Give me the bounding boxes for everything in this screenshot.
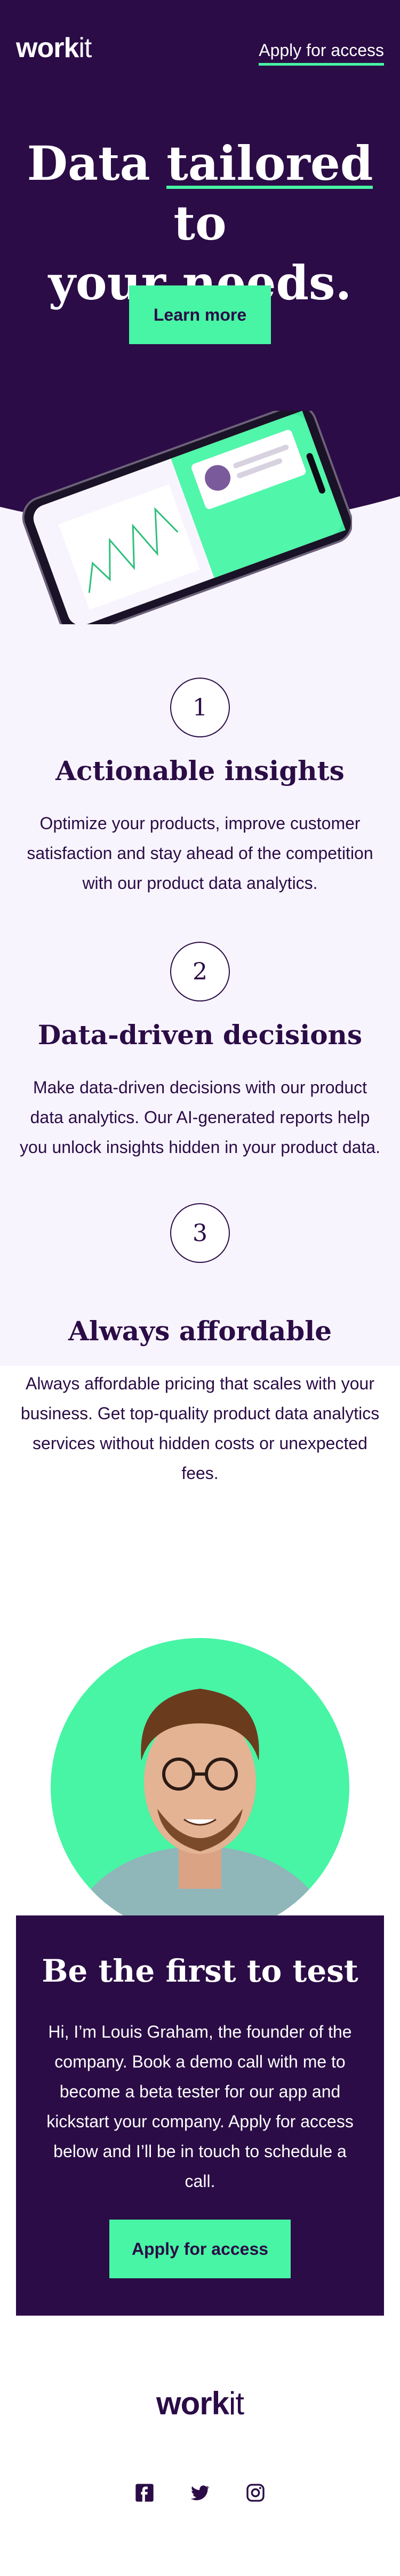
- feature-title: Data-driven decisions: [37, 1019, 363, 1051]
- feature-body: Always affordable pricing that scales wi…: [20, 1374, 380, 1483]
- tester-title: Be the first to test: [42, 1953, 358, 1989]
- twitter-icon[interactable]: [188, 2481, 212, 2505]
- feature-number-badge: 3: [170, 1203, 230, 1263]
- footer-logo[interactable]: workit: [0, 2385, 400, 2422]
- beta-tester-card: Be the first to test Hi, I’m Louis Graha…: [16, 1915, 384, 2316]
- founder-avatar: [51, 1638, 349, 1937]
- founder-portrait-image: [72, 1689, 328, 1937]
- social-links: [0, 2481, 400, 2505]
- feature-title: Always affordable: [68, 1315, 332, 1347]
- highlighted-word: tailored: [166, 136, 373, 191]
- features-section: 1 Actionable insights Optimize your prod…: [0, 534, 400, 1366]
- feature-number-badge: 2: [170, 942, 230, 1001]
- instagram-icon[interactable]: [244, 2481, 267, 2505]
- facebook-icon[interactable]: [133, 2481, 156, 2505]
- feature-title: Actionable insights: [55, 755, 345, 786]
- apply-for-access-link[interactable]: Apply for access: [259, 41, 384, 66]
- apply-for-access-button[interactable]: Apply for access: [109, 2220, 291, 2278]
- logo[interactable]: workit: [16, 32, 92, 64]
- feature-body: Make data-driven decisions with our prod…: [20, 1078, 380, 1157]
- feature-number-badge: 1: [170, 678, 230, 737]
- link-underline: [259, 63, 384, 66]
- phone-illustration: [22, 411, 352, 624]
- feature-body: Optimize your products, improve customer…: [27, 814, 373, 893]
- tester-body: Hi, I’m Louis Graham, the founder of the…: [46, 2022, 354, 2191]
- learn-more-button[interactable]: Learn more: [129, 285, 271, 344]
